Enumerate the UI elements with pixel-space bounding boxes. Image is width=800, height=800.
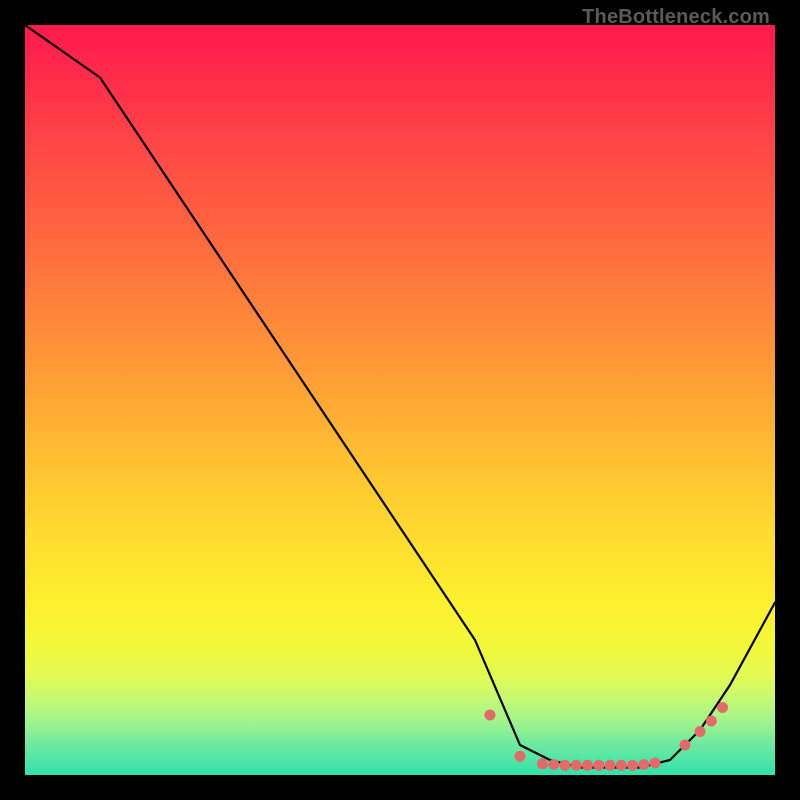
optimum-dot <box>627 760 638 771</box>
chart-frame: TheBottleneck.com <box>0 0 800 800</box>
optimum-dot <box>616 760 627 771</box>
optimum-dot <box>650 758 661 769</box>
optimum-dot <box>548 759 559 770</box>
optimum-dot <box>485 710 496 721</box>
chart-plot-area <box>25 25 775 775</box>
optimum-dot <box>717 702 728 713</box>
optimum-dot <box>695 726 706 737</box>
optimum-dots <box>485 702 729 771</box>
optimum-dot <box>560 760 571 771</box>
optimum-dot <box>638 759 649 770</box>
optimum-dot <box>582 760 593 771</box>
optimum-dot <box>680 740 691 751</box>
optimum-dot <box>537 758 548 769</box>
optimum-dot <box>515 751 526 762</box>
optimum-dot <box>571 760 582 771</box>
optimum-dot <box>706 716 717 727</box>
optimum-dot <box>593 760 604 771</box>
optimum-dot <box>605 760 616 771</box>
bottleneck-curve <box>25 25 775 768</box>
chart-svg <box>25 25 775 775</box>
